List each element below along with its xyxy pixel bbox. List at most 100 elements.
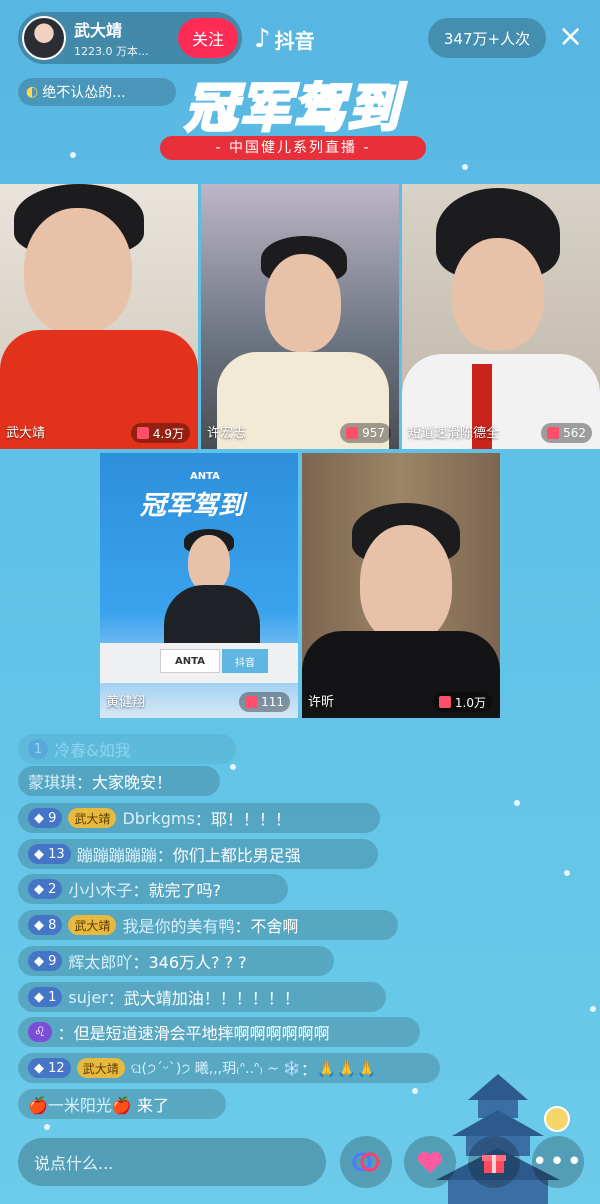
- chat-separator: ：: [300, 1060, 317, 1079]
- chat-message[interactable]: ♌ ： 但是短道速滑会平地摔啊啊啊啊啊啊: [18, 1017, 420, 1047]
- video-tile-huangjianxiang[interactable]: 冠军驾到 ANTA ANTA 抖音 黄健翔 111: [100, 453, 298, 718]
- chat-separator: ：: [57, 1024, 74, 1043]
- chat-username: 🍎一米阳光🍎: [28, 1096, 132, 1115]
- desk-app: 抖音: [235, 657, 255, 669]
- studio-backdrop-title: 冠军驾到: [140, 491, 245, 521]
- face: [24, 208, 132, 334]
- chat-separator: ：: [76, 773, 93, 792]
- host-avatar[interactable]: [22, 16, 66, 60]
- host-name: 武大靖: [74, 21, 123, 40]
- douyin-app-name: 抖音: [274, 28, 315, 53]
- chat-message[interactable]: ◆ 2 小小木子 ： 就完了吗?: [18, 874, 288, 904]
- chat-text: 🙏🙏🙏: [316, 1058, 377, 1078]
- comment-input[interactable]: 说点什么...: [18, 1138, 326, 1186]
- host-text: 武大靖 1223.0 万本...: [74, 17, 178, 59]
- chat-separator: ：: [132, 881, 149, 900]
- fan-club-badge: 武大靖: [76, 1058, 125, 1078]
- level-number: 1: [48, 989, 57, 1005]
- desk-app-block: 抖音: [222, 649, 268, 673]
- level-badge: ◆ 12: [28, 1058, 71, 1078]
- desk-brand: ANTA: [175, 655, 205, 667]
- chat-message[interactable]: ◆ 1 sujer ： 武大靖加油！！！！！！: [18, 982, 386, 1012]
- level-number: 2: [48, 881, 57, 897]
- chat-username: 冷春&如我: [54, 741, 131, 760]
- chat-username: 我是你的美有鸭: [122, 917, 235, 936]
- gift-count: 1.0万: [454, 695, 486, 710]
- gift-count: 111: [261, 695, 284, 709]
- chat-username: 辉太郎吖: [68, 953, 133, 972]
- link-button[interactable]: [340, 1136, 392, 1188]
- level-badge: ◆ 9: [28, 808, 63, 828]
- chat-message[interactable]: ◆ 8 武大靖 我是你的美有鸭 ： 不舍啊: [18, 910, 398, 940]
- chat-message[interactable]: ◆ 9 辉太郎吖 ： 346万人? ? ?: [18, 946, 334, 976]
- chat-text: 耶！！！！: [210, 810, 291, 829]
- level-number: 9: [48, 810, 57, 826]
- diamond-icon: ◆: [34, 846, 44, 862]
- chat-message[interactable]: ◆ 13 蹦蹦蹦蹦蹦 ： 你们上都比男足强: [18, 839, 378, 869]
- tile-name: 许宏志: [207, 426, 247, 441]
- tile-name: 黄健翔: [106, 695, 146, 710]
- like-button[interactable]: [404, 1136, 456, 1188]
- chat-text: 大家晚安！: [92, 773, 173, 792]
- level-number: 12: [48, 1060, 65, 1076]
- close-icon[interactable]: ×: [558, 20, 583, 54]
- tile-gift-count[interactable]: 1.0万: [432, 692, 492, 712]
- chat-message[interactable]: 蒙琪琪 ： 大家晚安！: [18, 766, 220, 796]
- snowflake: [44, 1124, 50, 1130]
- tile-gift-count[interactable]: 562: [541, 423, 592, 443]
- level-badge: ◆ 1: [28, 987, 63, 1007]
- mascot-coin[interactable]: [544, 1106, 570, 1132]
- diamond-icon: ◆: [34, 881, 44, 897]
- chat-username: ଘ(੭ˊᵕˋ)੭ 曦,,,玥₍ᐢ..ᐢ₎ ~ ❄️: [130, 1061, 301, 1077]
- chat-message[interactable]: 1 冷春&如我: [18, 734, 236, 764]
- desk-brand-block: ANTA: [160, 649, 220, 673]
- tile-gift-count[interactable]: 957: [340, 423, 391, 443]
- studio-brand-top: ANTA: [190, 471, 220, 482]
- level-number: 9: [48, 953, 57, 969]
- more-icon: •••: [532, 1147, 585, 1177]
- face: [188, 535, 230, 591]
- video-tile-xuxin[interactable]: 许昕 1.0万: [302, 453, 500, 718]
- gift-count: 562: [563, 426, 586, 440]
- face: [452, 238, 544, 350]
- chat-username: 蒙琪琪: [28, 773, 77, 792]
- level-number: 13: [48, 846, 65, 862]
- host-followers: 1223.0 万本...: [74, 45, 149, 58]
- douyin-note-icon: ♪: [254, 24, 271, 54]
- gift-box-icon: [482, 1155, 506, 1173]
- gift-icon: [438, 696, 451, 708]
- tile-gift-count[interactable]: 111: [239, 692, 290, 712]
- gift-count: 4.9万: [152, 426, 184, 441]
- snowflake: [514, 800, 520, 806]
- chat-text: 346万人? ? ?: [148, 953, 247, 972]
- banner-subtitle: - 中国健儿系列直播 -: [160, 136, 426, 160]
- video-tile-chendequan[interactable]: 短道速滑陈德全 562: [402, 184, 600, 449]
- diamond-icon: ◆: [34, 810, 44, 826]
- viewer-count[interactable]: 347万+人次: [428, 18, 546, 58]
- dark-jacket: [164, 585, 260, 645]
- event-banner: 冠军驾到 - 中国健儿系列直播 -: [140, 66, 446, 176]
- link-icon: [352, 1152, 380, 1172]
- chat-message[interactable]: ◆ 9 武大靖 Dbrkgms ： 耶！！！！: [18, 803, 380, 833]
- video-tile-xuhongzhi[interactable]: 许宏志 957: [201, 184, 399, 449]
- chat-message[interactable]: 🍎一米阳光🍎 来了: [18, 1089, 226, 1119]
- chat-username: Dbrkgms: [122, 808, 195, 828]
- snowflake: [230, 764, 236, 770]
- gift-button[interactable]: [468, 1136, 520, 1188]
- banner-title: 冠军驾到: [183, 77, 401, 141]
- chat-text: 不舍啊: [250, 917, 299, 936]
- tile-name: 武大靖: [6, 426, 46, 441]
- chat-message[interactable]: ◆ 12 武大靖 ଘ(੭ˊᵕˋ)੭ 曦,,,玥₍ᐢ..ᐢ₎ ~ ❄️ ： 🙏🙏🙏: [18, 1053, 440, 1083]
- face: [265, 254, 341, 352]
- snowflake: [564, 870, 570, 876]
- video-tile-wudajing[interactable]: 武大靖 4.9万: [0, 184, 198, 449]
- more-button[interactable]: •••: [532, 1136, 584, 1188]
- tile-name: 许昕: [308, 695, 335, 710]
- tile-gift-count[interactable]: 4.9万: [130, 423, 190, 443]
- douyin-logo: ♪ 抖音: [254, 24, 315, 54]
- diamond-icon: ◆: [34, 953, 44, 969]
- chat-username: sujer: [68, 987, 108, 1007]
- host-info-pill[interactable]: 武大靖 1223.0 万本... 关注: [18, 12, 242, 64]
- diamond-icon: ◆: [34, 917, 44, 933]
- follow-button[interactable]: 关注: [178, 18, 238, 58]
